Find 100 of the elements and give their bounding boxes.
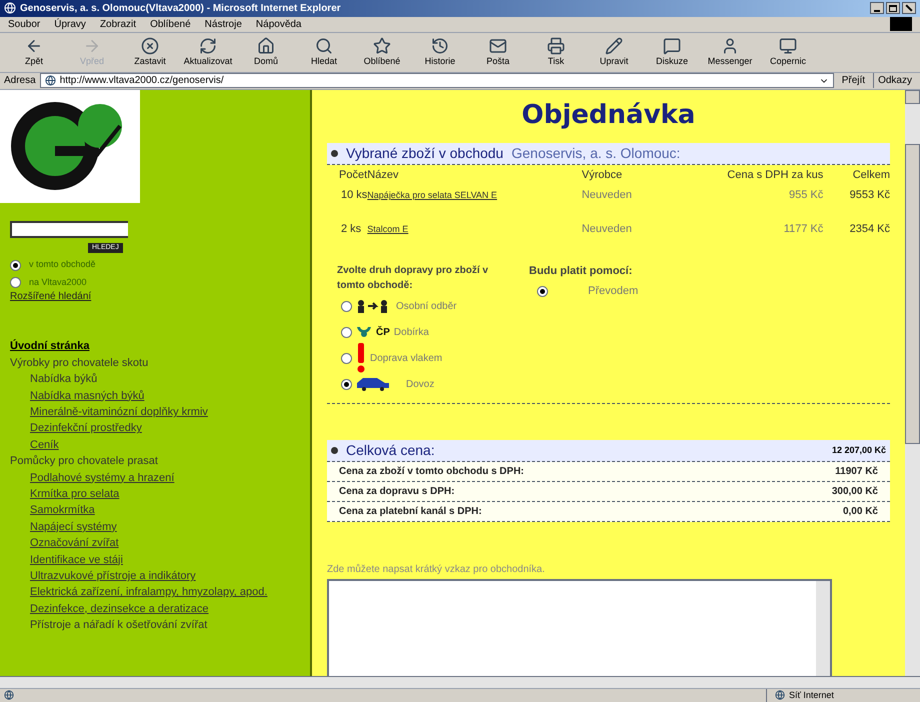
- toolbar-button[interactable]: Zastavit: [124, 36, 176, 68]
- menu-item[interactable]: Zobrazit: [100, 16, 136, 32]
- address-label: Adresa: [4, 74, 36, 88]
- option-label: Dovoz: [406, 378, 434, 392]
- mail-icon: [489, 36, 507, 55]
- price-value: 0,00 Kč: [842, 505, 878, 520]
- scrollbar[interactable]: [816, 581, 830, 676]
- toolbar-button[interactable]: Historie: [414, 36, 466, 68]
- nav-link[interactable]: Nabídka masných býků: [0, 390, 144, 402]
- menu-item[interactable]: Úpravy: [54, 16, 86, 32]
- nav-heading: Pomůcky pro chovatele prasat: [9, 455, 158, 468]
- radio-button[interactable]: [10, 260, 21, 271]
- nav-link[interactable]: Dezinfekční prostředky: [0, 422, 142, 434]
- nav-link[interactable]: Ceník: [0, 438, 59, 451]
- page-title: Objednávka: [520, 98, 696, 132]
- column-header: Název: [367, 166, 582, 184]
- radio-button[interactable]: [341, 378, 352, 390]
- links-button[interactable]: Odkazy: [873, 73, 916, 88]
- toolbar-button[interactable]: Messenger: [704, 36, 756, 68]
- person-icon: [721, 36, 739, 55]
- nav-link[interactable]: Napájecí systémy: [0, 520, 117, 533]
- price-label: Cena za platební kanál s DPH:: [339, 505, 482, 520]
- radio-button[interactable]: [341, 352, 352, 364]
- nav-link[interactable]: Samokrmítka: [0, 504, 95, 516]
- pencil-icon: [605, 36, 623, 55]
- refresh-icon: [199, 36, 217, 55]
- price-label: Cena za dopravu s DPH:: [339, 485, 455, 500]
- go-button[interactable]: Přejít: [838, 73, 870, 88]
- radio-label: v tomto obchodě: [29, 258, 96, 272]
- chat-icon: [663, 36, 681, 55]
- toolbar-button[interactable]: Zpět: [8, 36, 60, 68]
- toolbar-button[interactable]: Diskuze: [646, 36, 698, 68]
- advanced-search-link[interactable]: Rozšířené hledání: [10, 289, 300, 304]
- toolbar-button[interactable]: Upravit: [588, 36, 640, 68]
- radio-button[interactable]: [341, 300, 352, 312]
- nav-link[interactable]: Minerálně-vitaminózní doplňky krmiv: [0, 406, 208, 418]
- menu-item[interactable]: Nástroje: [204, 16, 242, 32]
- toolbar-button[interactable]: Domů: [240, 36, 292, 68]
- toolbar-button[interactable]: Tisk: [530, 36, 582, 68]
- nav-link[interactable]: Dezinfekce, dezinsekce a deratizace: [0, 602, 209, 615]
- toolbar-button[interactable]: Aktualizovat: [182, 36, 234, 68]
- table-cell: Neuveden: [582, 223, 632, 236]
- globe-icon: [775, 690, 785, 700]
- window-title: Genoservis, a. s. Olomouc(Vltava2000) - Microsoft Internet Explorer: [20, 2, 341, 16]
- car-icon: [356, 377, 390, 392]
- printer-icon: [547, 36, 565, 55]
- search-field[interactable]: [10, 220, 128, 238]
- product-link[interactable]: Stalcom E: [367, 224, 408, 234]
- scrollbar[interactable]: [905, 90, 920, 676]
- product-link[interactable]: Napáječka pro selata SELVAN E: [367, 190, 498, 200]
- exclamation-icon: [356, 343, 366, 374]
- radio-button[interactable]: [341, 326, 352, 338]
- table-cell: 9553 Kč: [850, 189, 890, 202]
- table-cell: 2 ks: [341, 223, 362, 236]
- post-logo-text: ČP: [376, 325, 390, 340]
- nav-link[interactable]: Nabídka býků: [0, 373, 98, 386]
- radio-button[interactable]: [10, 277, 21, 288]
- table-cell: 10 ks: [341, 189, 368, 202]
- toolbar-button[interactable]: Copernic: [762, 36, 814, 68]
- radio-button[interactable]: [537, 286, 548, 297]
- home-icon: [257, 36, 275, 55]
- column-header: Celkem: [823, 166, 890, 184]
- history-icon: [431, 36, 449, 55]
- nav-link[interactable]: Přístroje a nářadí k ošetřování zvířat: [0, 619, 208, 632]
- address-field[interactable]: http://www.vltava2000.cz/genoservis/: [40, 73, 834, 88]
- price-label: Cena za zboží v tomto obchodu s DPH:: [339, 465, 524, 480]
- toolbar-button[interactable]: Pošta: [472, 36, 524, 68]
- maximize-button[interactable]: [886, 2, 900, 14]
- star-icon: [373, 36, 391, 55]
- toolbar-button[interactable]: Hledat: [298, 36, 350, 68]
- note-field[interactable]: [327, 579, 832, 676]
- nav-link[interactable]: Označování zvířat: [0, 537, 119, 550]
- option-label: Doprava vlakem: [370, 352, 442, 366]
- section-title: Celková cena:: [346, 441, 435, 460]
- bullet-icon: [331, 150, 338, 157]
- table-cell: 955 Kč: [789, 189, 824, 202]
- close-button[interactable]: [902, 2, 916, 14]
- shipping-label: Zvolte druh dopravy pro zboží v tomto obchodě:: [337, 264, 490, 294]
- column-header: Počet: [338, 168, 368, 183]
- radio-label: na Vltava2000: [29, 276, 87, 289]
- nav-link[interactable]: Ultrazvukové přístroje a indikátory: [0, 570, 196, 582]
- menu-item[interactable]: Nápověda: [256, 16, 302, 32]
- monitor-icon: [779, 36, 797, 55]
- section-title: Vybrané zboží v obchodu: [346, 144, 504, 163]
- zone-label: Síť Internet: [789, 688, 834, 702]
- total-price: 12 207,00 Kč: [832, 444, 886, 458]
- horn-icon: [356, 325, 372, 340]
- nav-link[interactable]: Krmítka pro selata: [0, 488, 120, 500]
- horizontal-scrollbar[interactable]: [0, 676, 920, 688]
- nav-link[interactable]: Identifikace ve stáji: [0, 554, 123, 566]
- menu-item[interactable]: Oblíbené: [150, 16, 191, 32]
- menu-item[interactable]: Soubor: [8, 16, 40, 32]
- nav-link[interactable]: Elektrická zařízení, infralampy, hmyzolapy, apod.: [0, 586, 268, 598]
- page-icon: [4, 690, 14, 700]
- column-header: Výrobce: [582, 168, 624, 183]
- nav-link[interactable]: Podlahové systémy a hrazení: [0, 472, 174, 484]
- minimize-button[interactable]: [870, 2, 884, 14]
- table-cell: 1177 Kč: [784, 223, 824, 236]
- toolbar-button[interactable]: Oblíbené: [356, 36, 408, 68]
- nav-link[interactable]: Úvodní stránka: [0, 340, 90, 352]
